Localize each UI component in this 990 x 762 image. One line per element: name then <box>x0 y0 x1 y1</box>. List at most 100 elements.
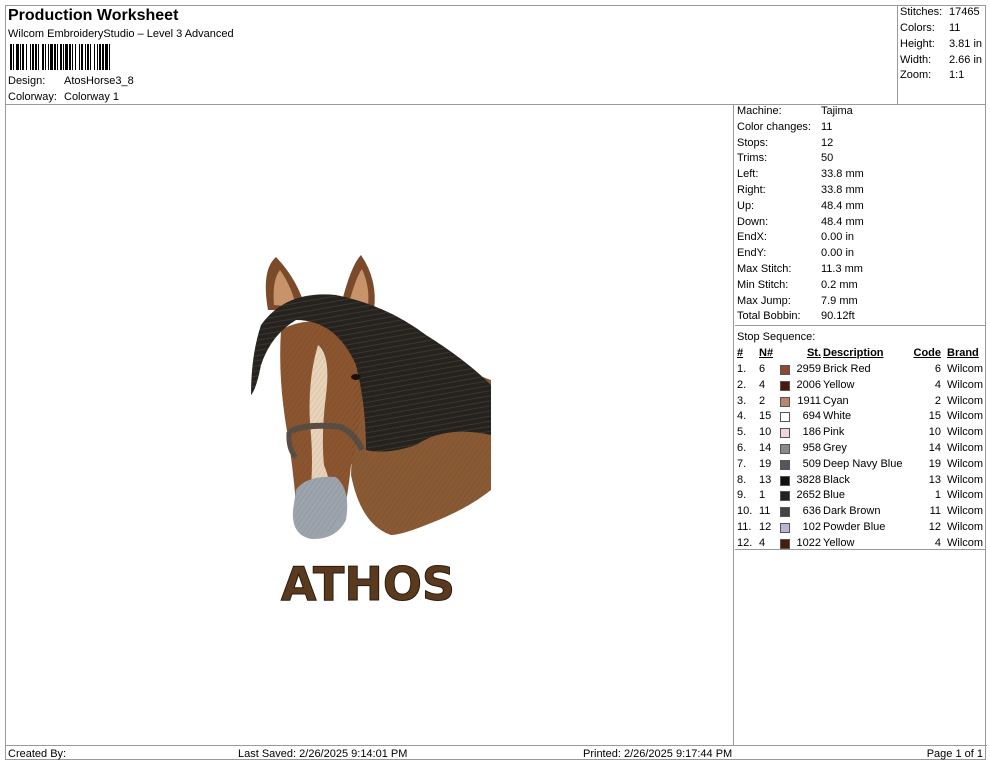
color-swatch <box>780 459 790 470</box>
page-title: Production Worksheet <box>8 7 179 24</box>
machine-info-label: Machine: <box>737 105 782 117</box>
machine-info-row: Total Bobbin: 90.12ft <box>737 310 855 322</box>
machine-info-label: Min Stitch: <box>737 278 789 291</box>
summary-width: Width: 2.66 in <box>900 54 983 66</box>
stop-cell-desc: Cyan <box>823 394 849 407</box>
machine-info-row: Min Stitch: 0.2 mm <box>737 279 858 291</box>
stop-cell-code: 10 <box>928 426 941 439</box>
page-number: Page 1 of 1 <box>926 748 983 760</box>
column-header-desc: Description <box>823 347 884 359</box>
stop-cell-desc: Grey <box>823 442 847 454</box>
divider <box>735 325 986 326</box>
design-value: AtosHorse3_8 <box>64 75 134 87</box>
stop-cell-brand: Wilcom <box>947 378 984 391</box>
color-swatch <box>780 475 790 486</box>
stop-cell-idx: 2. <box>737 378 747 391</box>
stop-cell-n: 4 <box>759 378 766 391</box>
printed-date: Printed: 2/26/2025 9:17:44 PM <box>583 748 733 760</box>
stop-cell-st: 636 <box>802 505 821 518</box>
machine-info-value: 0.00 in <box>821 231 855 244</box>
machine-info-value: 48.4 mm <box>821 199 864 212</box>
stop-cell-st: 102 <box>802 521 821 533</box>
last-saved: Last Saved: 2/26/2025 9:14:01 PM <box>238 748 408 760</box>
stop-cell-st: 694 <box>802 410 821 423</box>
stop-cell-code: 15 <box>928 410 941 423</box>
stop-cell-desc: Pink <box>823 426 845 439</box>
machine-info-value: 7.9 mm <box>821 294 858 307</box>
machine-info-label: EndX: <box>737 231 767 244</box>
horse-embroidery-image: ATHOS <box>251 255 491 612</box>
machine-info-value: 11.3 mm <box>821 263 863 275</box>
machine-info-value: 48.4 mm <box>821 215 864 228</box>
stop-cell-code: 11 <box>929 505 941 518</box>
machine-info-row: Left: 33.8 mm <box>737 168 864 180</box>
stop-cell-code: 2 <box>934 394 941 407</box>
stop-cell-brand: Wilcom <box>947 473 984 486</box>
stop-cell-code: 12 <box>928 521 941 533</box>
color-swatch <box>780 507 790 518</box>
stop-cell-code: 1 <box>934 489 941 502</box>
column-header-code: Code <box>913 347 942 359</box>
stop-cell-n: 6 <box>759 363 766 375</box>
machine-info-value: 12 <box>821 136 834 149</box>
stop-cell-idx: 4. <box>737 410 747 423</box>
software-name: Wilcom EmbroideryStudio – Level 3 Advanc… <box>8 28 234 40</box>
stop-cell-brand: Wilcom <box>947 426 984 439</box>
stop-cell-idx: 7. <box>737 457 747 470</box>
stop-cell-desc: Brick Red <box>823 363 871 375</box>
stop-cell-st: 958 <box>802 442 821 454</box>
stop-cell-desc: Black <box>823 473 850 486</box>
divider <box>735 549 986 550</box>
stop-cell-code: 13 <box>928 473 941 486</box>
stop-cell-idx: 12. <box>737 536 753 549</box>
machine-info-row: Down: 48.4 mm <box>737 216 864 228</box>
machine-info-row: Max Jump: 7.9 mm <box>737 295 858 307</box>
stop-cell-idx: 10. <box>737 505 753 518</box>
worksheet-frame: Production Worksheet Wilcom EmbroiderySt… <box>5 5 987 760</box>
colorway-label: Colorway: <box>8 91 57 103</box>
stop-cell-idx: 3. <box>737 394 747 407</box>
stop-cell-n: 11 <box>759 505 771 518</box>
machine-info-value: Tajima <box>821 105 853 117</box>
machine-info-row: Color changes: 11 <box>737 121 832 133</box>
column-header-idx: # <box>737 347 744 359</box>
stop-cell-n: 2 <box>759 394 766 407</box>
machine-info-row: Right: 33.8 mm <box>737 184 864 196</box>
design-preview: ATHOS <box>6 105 734 745</box>
machine-info-value: 33.8 mm <box>821 184 864 196</box>
color-swatch <box>780 365 790 375</box>
stop-cell-n: 14 <box>759 442 772 454</box>
stop-cell-code: 14 <box>928 442 941 454</box>
stop-cell-idx: 5. <box>737 426 747 439</box>
stop-cell-idx: 1. <box>737 363 747 375</box>
color-swatch <box>780 444 790 454</box>
stop-cell-n: 4 <box>759 536 766 549</box>
machine-info-value: 0.2 mm <box>821 278 858 291</box>
stop-cell-code: 4 <box>934 378 941 391</box>
stop-cell-st: 1911 <box>797 394 821 407</box>
machine-info-row: Stops: 12 <box>737 137 833 149</box>
machine-info-value: 33.8 mm <box>821 168 864 181</box>
stop-cell-idx: 9. <box>737 489 747 502</box>
stop-cell-desc: Deep Navy Blue <box>823 457 903 470</box>
stop-cell-n: 19 <box>759 457 772 470</box>
colorway-value: Colorway 1 <box>64 91 120 103</box>
color-swatch <box>780 491 790 502</box>
machine-info-label: Total Bobbin: <box>737 310 801 323</box>
summary-colors: Colors: 11 <box>900 22 961 34</box>
column-header-brand: Brand <box>947 347 979 359</box>
stop-cell-n: 12 <box>759 521 772 533</box>
stop-cell-n: 13 <box>759 473 772 486</box>
machine-info-label: Stops: <box>737 136 769 149</box>
color-swatch <box>780 412 790 423</box>
machine-info-label: Max Stitch: <box>737 263 792 275</box>
stop-cell-st: 186 <box>802 426 821 439</box>
stop-cell-brand: Wilcom <box>947 521 984 533</box>
stop-cell-desc: Powder Blue <box>823 521 886 533</box>
stop-cell-brand: Wilcom <box>947 363 984 375</box>
machine-info-label: Right: <box>737 184 766 196</box>
stop-cell-n: 1 <box>759 489 766 502</box>
stop-cell-st: 3828 <box>796 473 821 486</box>
color-swatch <box>780 538 790 549</box>
stop-cell-code: 4 <box>934 536 941 549</box>
